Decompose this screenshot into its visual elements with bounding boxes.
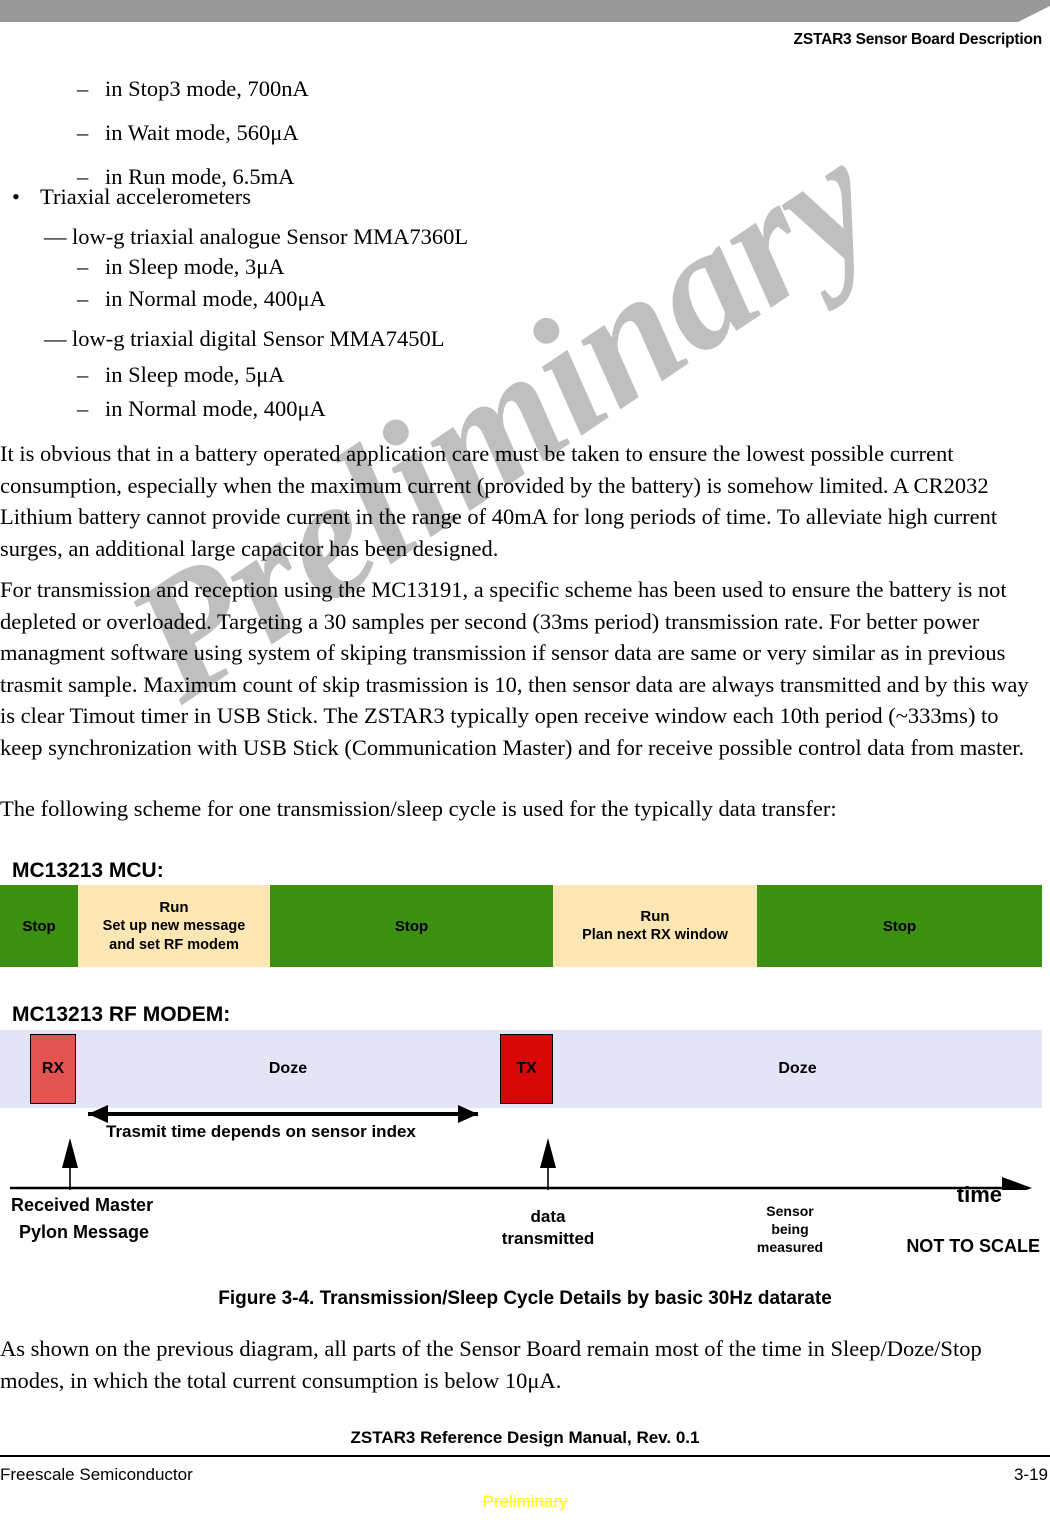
paragraph-current-consumption: It is obvious that in a battery operated…	[0, 441, 998, 561]
data-transmitted-label-line1: data	[530, 1207, 566, 1226]
modem-block-doze: Doze	[553, 1030, 1042, 1108]
bullet-item: • Triaxial accelerometers	[0, 184, 251, 209]
mcu-segment-title: Stop	[882, 917, 917, 935]
bullet-text: Triaxial accelerometers	[40, 184, 251, 209]
transmission-sleep-cycle-diagram: MC13213 MCU: Stop Run Set up new message an…	[0, 840, 1050, 1270]
modem-block-label: TX	[516, 1060, 537, 1077]
modem-block-label: Doze	[268, 1060, 308, 1077]
bullet-text: low-g triaxial analogue Sensor MMA7360L	[72, 224, 469, 249]
bullet-item: – in Wait mode, 560μA	[0, 120, 299, 145]
bullet-text: in Stop3 mode, 700nA	[105, 76, 309, 101]
figure-caption: Figure 3-4. Transmission/Sleep Cycle Det…	[218, 1288, 832, 1309]
bullet-item: – in Normal mode, 400μA	[0, 286, 326, 311]
mcu-segment-title: Run	[640, 908, 670, 925]
modem-block-doze: Doze	[76, 1030, 500, 1108]
mcu-segment-subtitle: and set RF modem	[109, 936, 239, 953]
bullet-text: in Sleep mode, 5μA	[105, 362, 285, 387]
modem-block-label: RX	[41, 1060, 65, 1077]
bullet-item: – in Normal mode, 400μA	[0, 396, 326, 421]
modem-timeline-bar: RX Doze TX Doze	[0, 1030, 1042, 1108]
footer-divider	[0, 1455, 1050, 1457]
mcu-segment-title: Run	[159, 898, 189, 916]
bullet-marker: —	[44, 326, 67, 351]
mcu-segment-title: Stop	[22, 917, 56, 935]
mcu-segment-stop: Stop	[0, 885, 78, 967]
mcu-segment-subtitle: Plan next RX window	[582, 927, 728, 943]
bullet-item: – in Sleep mode, 5μA	[0, 362, 285, 387]
modem-block-tx: TX	[500, 1034, 553, 1104]
sensor-measured-label-line3: measured	[756, 1239, 824, 1255]
paragraph-sleep-doze-stop: As shown on the previous diagram, all pa…	[0, 1336, 982, 1393]
mcu-segment-stop: Stop	[757, 885, 1042, 967]
bullet-marker: –	[77, 254, 89, 279]
time-axis-label: time	[956, 1182, 1002, 1207]
received-master-label-line2: Pylon Message	[19, 1222, 150, 1242]
footer-page-number: 3-19	[1013, 1465, 1048, 1484]
bullet-text: in Sleep mode, 3μA	[105, 254, 285, 279]
modem-block-label: Doze	[778, 1060, 817, 1077]
bullet-item: – in Stop3 mode, 700nA	[0, 76, 309, 101]
mcu-segment-subtitle: Set up new message	[102, 917, 246, 934]
mcu-row-label: MC13213 MCU:	[12, 859, 164, 882]
footer-preliminary-stamp: Preliminary	[482, 1492, 568, 1511]
bullet-text: in Normal mode, 400μA	[105, 286, 326, 311]
bullet-marker: —	[44, 224, 67, 249]
paragraph-following-scheme: The following scheme for one transmissio…	[0, 796, 837, 821]
mcu-segment-run: Run Plan next RX window	[553, 885, 757, 967]
modem-row-label: MC13213 RF MODEM:	[12, 1003, 231, 1026]
paragraph-transmission-scheme: For transmission and reception using the…	[0, 577, 1029, 760]
bullet-item: — low-g triaxial analogue Sensor MMA7360L	[0, 224, 469, 249]
footer-company: Freescale Semiconductor	[0, 1465, 193, 1484]
bullet-text: low-g triaxial digital Sensor MMA7450L	[72, 326, 445, 351]
mcu-timeline-bar: Stop Run Set up new message and set RF mode…	[0, 885, 1042, 967]
bullet-text: in Wait mode, 560μA	[105, 120, 299, 145]
footer-manual-title: ZSTAR3 Reference Design Manual, Rev. 0.1	[350, 1428, 700, 1447]
mcu-segment-stop: Stop	[270, 885, 553, 967]
bullet-text: in Normal mode, 400μA	[105, 396, 326, 421]
bullet-marker: –	[77, 362, 89, 387]
bullet-marker: –	[77, 396, 89, 421]
data-transmitted-label-line2: transmitted	[501, 1229, 595, 1248]
sensor-measured-label-line1: Sensor	[766, 1203, 814, 1219]
mcu-segment-title: Stop	[394, 917, 429, 935]
bullet-marker: –	[77, 76, 89, 101]
time-axis	[10, 1138, 1032, 1190]
bullet-marker: –	[77, 286, 89, 311]
received-master-label-line1: Received Master	[11, 1195, 154, 1215]
mcu-segment-run: Run Set up new message and set RF modem	[78, 885, 270, 967]
bullet-item: – in Sleep mode, 3μA	[0, 254, 285, 279]
page-content: – in Stop3 mode, 700nA – in Wait mode, 560μ…	[0, 0, 1050, 1520]
not-to-scale-label: NOT TO SCALE	[906, 1236, 1040, 1256]
sensor-measured-label-line2: being	[771, 1221, 809, 1237]
bullet-marker: –	[77, 120, 89, 145]
modem-block-rx: RX	[30, 1034, 76, 1104]
bullet-marker: •	[12, 184, 20, 209]
bullet-item: — low-g triaxial digital Sensor MMA7450L	[0, 326, 445, 351]
